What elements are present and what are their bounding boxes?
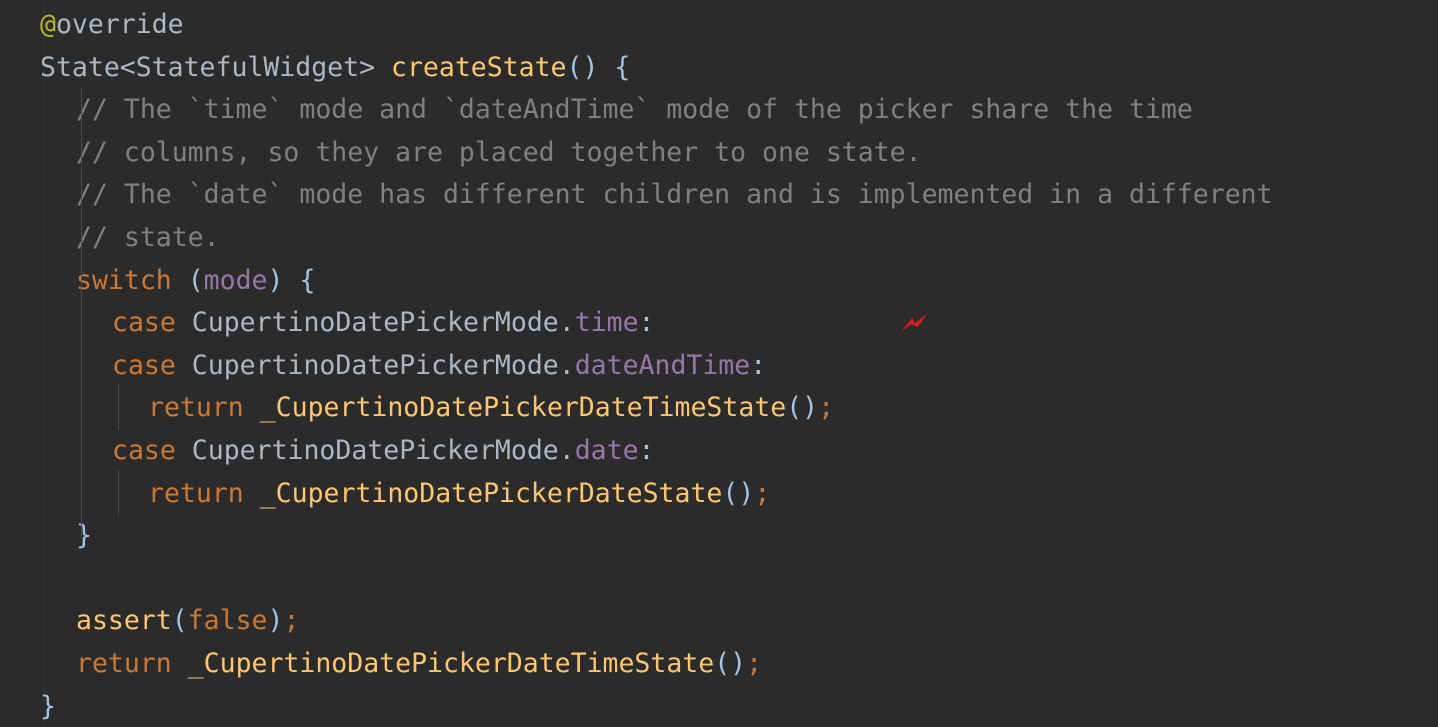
code-token: {	[299, 264, 316, 296]
code-token: case	[112, 307, 176, 339]
code-token: time	[574, 307, 639, 339]
code-token: ()	[714, 648, 747, 679]
code-token: (	[187, 264, 204, 296]
code-token: _CupertinoDatePickerDateTimeState	[187, 648, 715, 679]
code-line[interactable]	[0, 558, 1438, 601]
code-token: :	[750, 349, 767, 381]
code-token: dateAndTime	[574, 349, 751, 381]
code-line[interactable]: assert(false);	[0, 600, 1438, 643]
code-token: case	[112, 349, 176, 381]
code-line[interactable]: return _CupertinoDatePickerDateTimeState…	[0, 643, 1438, 686]
code-token: assert	[76, 605, 172, 637]
code-token: mode	[203, 264, 268, 296]
code-token: case	[112, 435, 176, 466]
code-line[interactable]: return _CupertinoDatePickerDateTimeState…	[0, 387, 1438, 430]
code-token: :	[638, 307, 655, 339]
code-token: // state.	[76, 222, 220, 253]
code-token: override	[55, 9, 184, 40]
code-token: .	[558, 307, 575, 339]
code-token: false	[187, 605, 268, 637]
code-token: ;	[754, 477, 771, 509]
code-token: return	[76, 648, 172, 679]
code-token: CupertinoDatePickerMode	[191, 307, 559, 339]
indent-guide	[118, 470, 119, 516]
code-line[interactable]: case CupertinoDatePickerMode.date:	[0, 430, 1438, 473]
code-line[interactable]: @override	[0, 4, 1438, 47]
code-token: // The `time` mode and `dateAndTime` mod…	[76, 94, 1193, 126]
code-token: return	[148, 477, 244, 509]
code-token: )	[267, 605, 284, 637]
code-token: ;	[746, 648, 763, 679]
code-token: ()	[786, 392, 819, 424]
code-line[interactable]: // The `date` mode has different childre…	[0, 174, 1438, 217]
code-line[interactable]: switch (mode) {	[0, 260, 1438, 303]
code-token: ()	[722, 477, 755, 509]
code-line[interactable]: }	[0, 686, 1438, 727]
indent-guide	[118, 385, 119, 430]
code-token: ()	[566, 51, 599, 83]
code-line[interactable]: case CupertinoDatePickerMode.time:	[0, 302, 1438, 345]
indent-guide	[81, 88, 82, 536]
code-line[interactable]: // state.	[0, 217, 1438, 260]
code-token: _CupertinoDatePickerDateState	[259, 477, 723, 509]
code-line[interactable]: return _CupertinoDatePickerDateState();	[0, 473, 1438, 516]
code-token: }	[40, 690, 56, 722]
code-text-area[interactable]: @override State<StatefulWidget> createSta…	[0, 0, 1438, 727]
code-token: createState	[391, 51, 567, 83]
code-token: CupertinoDatePickerMode	[191, 349, 559, 381]
code-token: // columns, so they are placed together …	[76, 136, 922, 168]
code-line[interactable]: case CupertinoDatePickerMode.dateAndTime…	[0, 345, 1438, 388]
code-token: return	[148, 392, 244, 424]
code-token: .	[558, 349, 575, 381]
code-line[interactable]: State<StatefulWidget> createState() {	[0, 47, 1438, 90]
code-line[interactable]: // The `time` mode and `dateAndTime` mod…	[0, 89, 1438, 132]
code-token: switch	[76, 264, 172, 296]
code-token: {	[614, 51, 631, 83]
code-token: CupertinoDatePickerMode	[191, 435, 559, 466]
code-token: (	[171, 605, 188, 637]
code-token: @	[40, 9, 56, 40]
code-token: }	[76, 520, 92, 552]
code-token: _CupertinoDatePickerDateTimeState	[259, 392, 787, 424]
code-token: .	[558, 435, 575, 466]
code-token: date	[574, 435, 639, 466]
code-line[interactable]: }	[0, 515, 1438, 558]
code-token: State<StatefulWidget>	[40, 51, 376, 83]
code-editor-pane[interactable]: @override State<StatefulWidget> createSta…	[0, 0, 1438, 727]
code-token: )	[267, 264, 284, 296]
code-line[interactable]: // columns, so they are placed together …	[0, 132, 1438, 175]
code-token: ;	[818, 392, 835, 424]
code-token: ;	[283, 605, 300, 637]
code-token: // The `date` mode has different childre…	[76, 179, 1273, 211]
code-token: :	[638, 435, 655, 466]
